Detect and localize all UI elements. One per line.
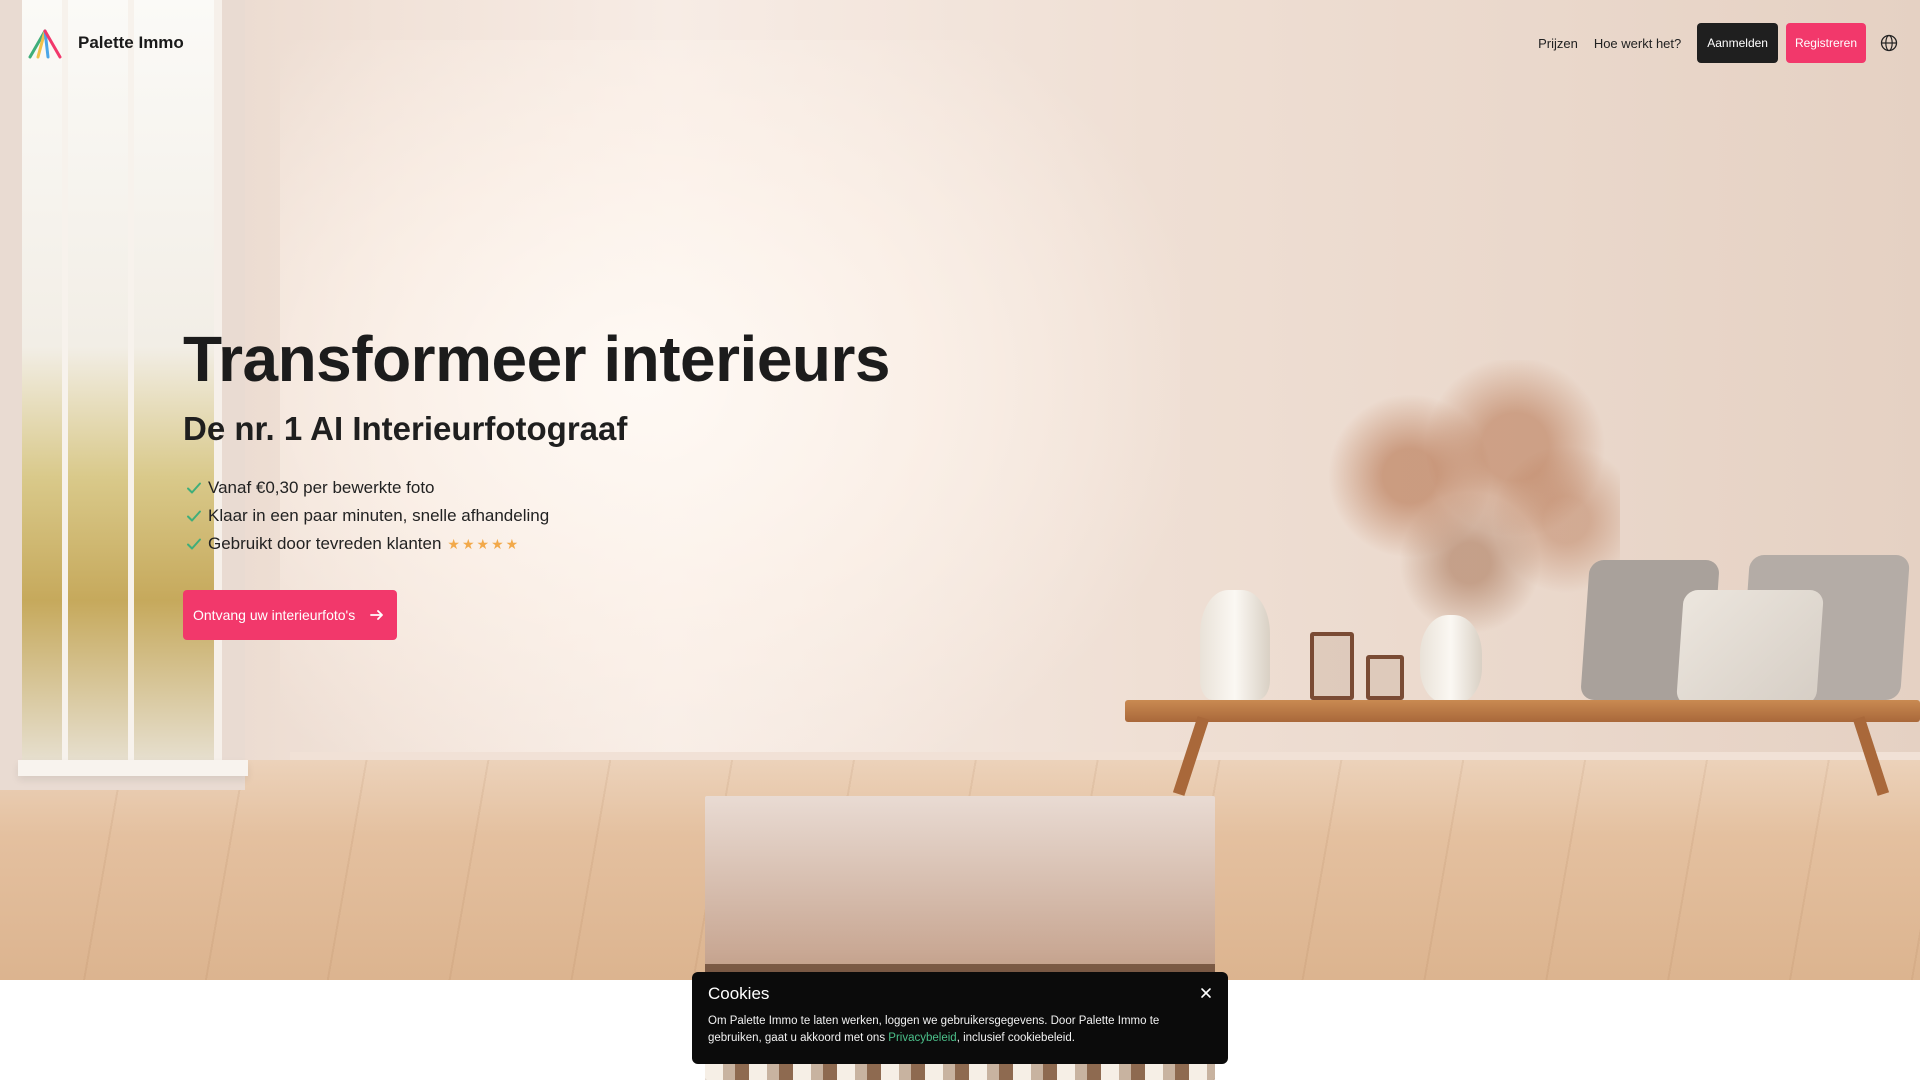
lantern-large bbox=[1310, 632, 1354, 700]
dried-branches bbox=[1320, 360, 1620, 650]
hero-title: Transformeer interieurs bbox=[183, 323, 891, 395]
star-icon: ★ bbox=[447, 535, 460, 552]
feature-item: Klaar in een paar minuten, snelle afhand… bbox=[186, 502, 549, 530]
check-icon bbox=[187, 538, 201, 550]
star-icon: ★ bbox=[461, 535, 475, 552]
window-sill bbox=[18, 760, 248, 776]
site-header: Palette Immo Prijzen Hoe werkt het? Aanm… bbox=[0, 0, 1920, 86]
register-button[interactable]: Registreren bbox=[1785, 23, 1866, 63]
cookie-banner: Cookies Om Palette Immo te laten werken,… bbox=[692, 972, 1228, 1064]
feature-item: Vanaf €0,30 per bewerkte foto bbox=[186, 474, 549, 502]
star-rating: ★ ★ ★ ★ ★ bbox=[447, 536, 518, 553]
hero-subtitle: De nr. 1 AI Interieurfotograaf bbox=[183, 410, 628, 447]
window-mullion bbox=[128, 0, 134, 770]
cookie-title: Cookies bbox=[708, 984, 770, 1003]
wooden-bench bbox=[1125, 700, 1920, 722]
lantern-small bbox=[1366, 655, 1404, 700]
star-icon: ★ bbox=[491, 535, 504, 552]
cta-label: Ontvang uw interieurfoto's bbox=[193, 607, 356, 623]
vase-white bbox=[1420, 615, 1482, 703]
pillow-white bbox=[1675, 590, 1825, 705]
cookie-text: Om Palette Immo te laten werken, loggen … bbox=[708, 1013, 1212, 1047]
palette-logo-icon bbox=[28, 29, 62, 59]
nav-link-pricing[interactable]: Prijzen bbox=[1538, 36, 1578, 51]
feature-item: Gebruikt door tevreden klanten ★ ★ ★ ★ ★ bbox=[186, 530, 549, 558]
check-icon bbox=[187, 510, 201, 522]
star-icon: ★ bbox=[476, 535, 490, 552]
brand-logo[interactable]: Palette Immo bbox=[26, 27, 184, 59]
check-icon bbox=[187, 482, 201, 494]
vase-textured bbox=[1200, 590, 1270, 700]
window-mullion bbox=[62, 0, 68, 770]
star-icon: ★ bbox=[505, 535, 519, 552]
cookie-text-end: , inclusief cookiebeleid. bbox=[956, 1032, 1075, 1044]
brand-name: Palette Immo bbox=[78, 33, 184, 52]
feature-list: Vanaf €0,30 per bewerkte foto Klaar in e… bbox=[186, 474, 549, 558]
get-photos-cta-button[interactable]: Ontvang uw interieurfoto's bbox=[183, 590, 398, 640]
privacy-policy-link[interactable]: Privacybeleid bbox=[888, 1032, 956, 1044]
login-button[interactable]: Aanmelden bbox=[1697, 23, 1778, 63]
feature-text: Gebruikt door tevreden klanten bbox=[208, 534, 442, 553]
arrow-right-icon bbox=[370, 610, 384, 620]
close-icon[interactable] bbox=[1198, 985, 1214, 1001]
main-nav: Prijzen Hoe werkt het? Aanmelden Registr… bbox=[1538, 23, 1898, 63]
feature-text: Vanaf €0,30 per bewerkte foto bbox=[208, 478, 435, 497]
globe-icon[interactable] bbox=[1880, 34, 1898, 52]
nav-link-how-it-works[interactable]: Hoe werkt het? bbox=[1594, 36, 1681, 51]
feature-text: Klaar in een paar minuten, snelle afhand… bbox=[208, 506, 550, 525]
